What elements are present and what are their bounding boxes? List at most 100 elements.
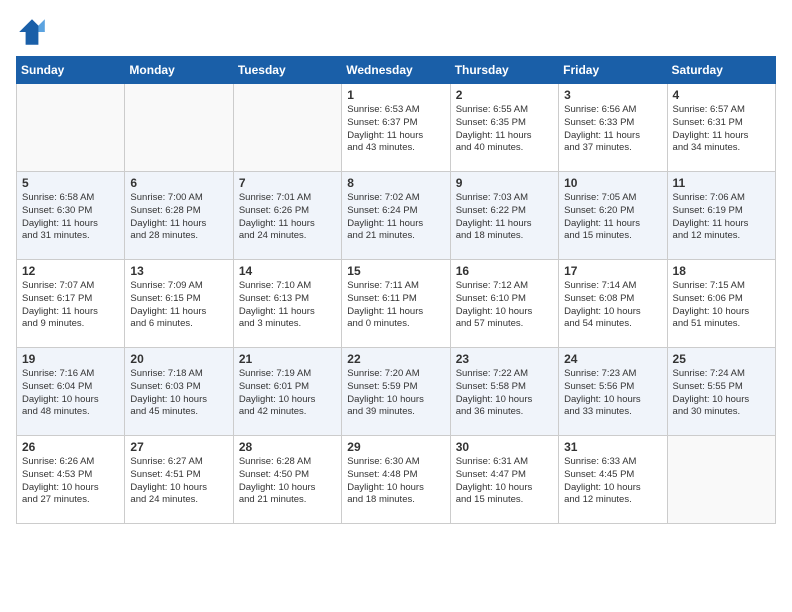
- day-number: 5: [22, 176, 119, 190]
- day-info: Sunrise: 7:01 AM Sunset: 6:26 PM Dayligh…: [239, 192, 336, 243]
- week-row-3: 12 Sunrise: 7:07 AM Sunset: 6:17 PM Dayli…: [17, 260, 776, 348]
- calendar-cell: 29 Sunrise: 6:30 AM Sunset: 4:48 PM Dayli…: [342, 436, 450, 524]
- day-number: 14: [239, 264, 336, 278]
- day-info: Sunrise: 7:15 AM Sunset: 6:06 PM Dayligh…: [673, 280, 770, 331]
- calendar-cell: 15 Sunrise: 7:11 AM Sunset: 6:11 PM Dayli…: [342, 260, 450, 348]
- day-number: 19: [22, 352, 119, 366]
- day-number: 6: [130, 176, 227, 190]
- weekday-header-wednesday: Wednesday: [342, 57, 450, 84]
- day-info: Sunrise: 6:55 AM Sunset: 6:35 PM Dayligh…: [456, 104, 553, 155]
- day-info: Sunrise: 6:30 AM Sunset: 4:48 PM Dayligh…: [347, 456, 444, 507]
- calendar-cell: 6Sunrise: 7:00 AM Sunset: 6:28 PM Daylig…: [125, 172, 233, 260]
- logo-icon: [16, 16, 48, 48]
- day-number: 24: [564, 352, 661, 366]
- day-info: Sunrise: 6:31 AM Sunset: 4:47 PM Dayligh…: [456, 456, 553, 507]
- day-number: 2: [456, 88, 553, 102]
- day-number: 20: [130, 352, 227, 366]
- calendar-cell: [233, 84, 341, 172]
- calendar-cell: 26Sunrise: 6:26 AM Sunset: 4:53 PM Dayli…: [17, 436, 125, 524]
- day-info: Sunrise: 7:07 AM Sunset: 6:17 PM Dayligh…: [22, 280, 119, 331]
- logo: [16, 16, 52, 48]
- day-info: Sunrise: 7:03 AM Sunset: 6:22 PM Dayligh…: [456, 192, 553, 243]
- calendar-cell: 16 Sunrise: 7:12 AM Sunset: 6:10 PM Dayli…: [450, 260, 558, 348]
- day-info: Sunrise: 7:16 AM Sunset: 6:04 PM Dayligh…: [22, 368, 119, 419]
- calendar-cell: 4 Sunrise: 6:57 AM Sunset: 6:31 PM Daylig…: [667, 84, 775, 172]
- calendar-cell: 10 Sunrise: 7:05 AM Sunset: 6:20 PM Dayli…: [559, 172, 667, 260]
- day-info: Sunrise: 7:24 AM Sunset: 5:55 PM Dayligh…: [673, 368, 770, 419]
- calendar-cell: [667, 436, 775, 524]
- day-info: Sunrise: 7:14 AM Sunset: 6:08 PM Dayligh…: [564, 280, 661, 331]
- day-number: 29: [347, 440, 444, 454]
- week-row-1: 1Sunrise: 6:53 AM Sunset: 6:37 PM Daylig…: [17, 84, 776, 172]
- calendar-cell: 20 Sunrise: 7:18 AM Sunset: 6:03 PM Dayli…: [125, 348, 233, 436]
- week-row-4: 19 Sunrise: 7:16 AM Sunset: 6:04 PM Dayli…: [17, 348, 776, 436]
- day-info: Sunrise: 6:57 AM Sunset: 6:31 PM Dayligh…: [673, 104, 770, 155]
- day-number: 18: [673, 264, 770, 278]
- calendar-cell: 9 Sunrise: 7:03 AM Sunset: 6:22 PM Daylig…: [450, 172, 558, 260]
- day-number: 8: [347, 176, 444, 190]
- calendar-cell: 3 Sunrise: 6:56 AM Sunset: 6:33 PM Daylig…: [559, 84, 667, 172]
- calendar-cell: 22 Sunrise: 7:20 AM Sunset: 5:59 PM Dayli…: [342, 348, 450, 436]
- day-info: Sunrise: 6:56 AM Sunset: 6:33 PM Dayligh…: [564, 104, 661, 155]
- day-info: Sunrise: 7:22 AM Sunset: 5:58 PM Dayligh…: [456, 368, 553, 419]
- calendar-cell: 28Sunrise: 6:28 AM Sunset: 4:50 PM Dayli…: [233, 436, 341, 524]
- day-info: Sunrise: 7:12 AM Sunset: 6:10 PM Dayligh…: [456, 280, 553, 331]
- day-number: 15: [347, 264, 444, 278]
- calendar-cell: [125, 84, 233, 172]
- day-number: 27: [130, 440, 227, 454]
- calendar-cell: 30 Sunrise: 6:31 AM Sunset: 4:47 PM Dayli…: [450, 436, 558, 524]
- weekday-header-tuesday: Tuesday: [233, 57, 341, 84]
- day-number: 4: [673, 88, 770, 102]
- weekday-header-thursday: Thursday: [450, 57, 558, 84]
- weekday-header-row: SundayMondayTuesdayWednesdayThursdayFrid…: [17, 57, 776, 84]
- weekday-header-friday: Friday: [559, 57, 667, 84]
- weekday-header-monday: Monday: [125, 57, 233, 84]
- calendar-cell: 7 Sunrise: 7:01 AM Sunset: 6:26 PM Daylig…: [233, 172, 341, 260]
- calendar-cell: 11Sunrise: 7:06 AM Sunset: 6:19 PM Dayli…: [667, 172, 775, 260]
- day-number: 22: [347, 352, 444, 366]
- calendar-table: SundayMondayTuesdayWednesdayThursdayFrid…: [16, 56, 776, 524]
- day-number: 9: [456, 176, 553, 190]
- calendar-cell: 31 Sunrise: 6:33 AM Sunset: 4:45 PM Dayli…: [559, 436, 667, 524]
- weekday-header-saturday: Saturday: [667, 57, 775, 84]
- calendar-cell: 13Sunrise: 7:09 AM Sunset: 6:15 PM Dayli…: [125, 260, 233, 348]
- day-number: 3: [564, 88, 661, 102]
- day-info: Sunrise: 7:20 AM Sunset: 5:59 PM Dayligh…: [347, 368, 444, 419]
- day-number: 12: [22, 264, 119, 278]
- day-number: 10: [564, 176, 661, 190]
- calendar-cell: 12 Sunrise: 7:07 AM Sunset: 6:17 PM Dayli…: [17, 260, 125, 348]
- day-info: Sunrise: 6:58 AM Sunset: 6:30 PM Dayligh…: [22, 192, 119, 243]
- calendar-cell: 5 Sunrise: 6:58 AM Sunset: 6:30 PM Daylig…: [17, 172, 125, 260]
- calendar-cell: 25 Sunrise: 7:24 AM Sunset: 5:55 PM Dayli…: [667, 348, 775, 436]
- week-row-2: 5 Sunrise: 6:58 AM Sunset: 6:30 PM Daylig…: [17, 172, 776, 260]
- day-number: 21: [239, 352, 336, 366]
- calendar-cell: 23Sunrise: 7:22 AM Sunset: 5:58 PM Dayli…: [450, 348, 558, 436]
- day-info: Sunrise: 7:11 AM Sunset: 6:11 PM Dayligh…: [347, 280, 444, 331]
- calendar-cell: 19 Sunrise: 7:16 AM Sunset: 6:04 PM Dayli…: [17, 348, 125, 436]
- day-number: 16: [456, 264, 553, 278]
- calendar-cell: 17 Sunrise: 7:14 AM Sunset: 6:08 PM Dayli…: [559, 260, 667, 348]
- day-info: Sunrise: 6:28 AM Sunset: 4:50 PM Dayligh…: [239, 456, 336, 507]
- day-info: Sunrise: 6:33 AM Sunset: 4:45 PM Dayligh…: [564, 456, 661, 507]
- day-info: Sunrise: 7:05 AM Sunset: 6:20 PM Dayligh…: [564, 192, 661, 243]
- day-number: 31: [564, 440, 661, 454]
- day-number: 30: [456, 440, 553, 454]
- day-info: Sunrise: 6:26 AM Sunset: 4:53 PM Dayligh…: [22, 456, 119, 507]
- week-row-5: 26Sunrise: 6:26 AM Sunset: 4:53 PM Dayli…: [17, 436, 776, 524]
- day-number: 13: [130, 264, 227, 278]
- calendar-cell: 8 Sunrise: 7:02 AM Sunset: 6:24 PM Daylig…: [342, 172, 450, 260]
- day-info: Sunrise: 7:10 AM Sunset: 6:13 PM Dayligh…: [239, 280, 336, 331]
- day-number: 25: [673, 352, 770, 366]
- calendar-cell: 21Sunrise: 7:19 AM Sunset: 6:01 PM Dayli…: [233, 348, 341, 436]
- day-number: 7: [239, 176, 336, 190]
- day-number: 17: [564, 264, 661, 278]
- day-info: Sunrise: 6:27 AM Sunset: 4:51 PM Dayligh…: [130, 456, 227, 507]
- calendar-cell: 27 Sunrise: 6:27 AM Sunset: 4:51 PM Dayli…: [125, 436, 233, 524]
- day-info: Sunrise: 7:18 AM Sunset: 6:03 PM Dayligh…: [130, 368, 227, 419]
- day-info: Sunrise: 6:53 AM Sunset: 6:37 PM Dayligh…: [347, 104, 444, 155]
- weekday-header-sunday: Sunday: [17, 57, 125, 84]
- day-number: 11: [673, 176, 770, 190]
- day-info: Sunrise: 7:02 AM Sunset: 6:24 PM Dayligh…: [347, 192, 444, 243]
- calendar-cell: 2 Sunrise: 6:55 AM Sunset: 6:35 PM Daylig…: [450, 84, 558, 172]
- page-header: [16, 16, 776, 48]
